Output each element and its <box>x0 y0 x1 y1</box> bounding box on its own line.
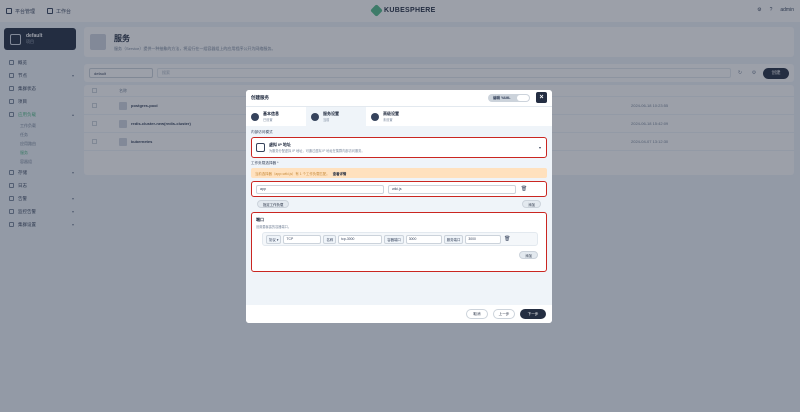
step-advanced-settings[interactable]: 高级设置 未设置 <box>366 107 426 126</box>
step-basic-info[interactable]: 基本信息 已设置 <box>246 107 306 126</box>
service-settings-icon <box>311 112 319 121</box>
service-port-tag: 服务端口 <box>443 234 464 244</box>
protocol-tag[interactable]: 协议 ▾ <box>266 234 282 244</box>
previous-button[interactable]: 上一步 <box>493 309 515 319</box>
ports-section: 端口 设置要暴露的容器端口。 协议 ▾ TCP 名称 tcp-3000 容器端口… <box>251 212 547 272</box>
selector-warning: 当前选择器（app=wiki.js）有 1 个工作负载匹配。 查看详情 <box>251 168 547 178</box>
container-port-tag: 容器端口 <box>384 234 404 244</box>
container-port-input[interactable]: 3000 <box>405 234 442 244</box>
protocol-select[interactable]: TCP <box>283 234 322 244</box>
service-port-input[interactable]: 3000 <box>465 234 502 244</box>
ports-title: 端口 <box>256 217 264 222</box>
selector-value-input[interactable]: wiki.js <box>388 184 516 194</box>
chevron-down-icon: ▾ <box>538 145 541 150</box>
info-icon <box>251 112 259 121</box>
close-icon: × <box>539 94 544 101</box>
toggle-knob <box>517 95 529 101</box>
close-button[interactable]: × <box>536 92 547 103</box>
modal-body: 内部访问模式 虚拟 IP 地址 为服务分配虚拟 IP 地址，可通过虚拟 IP 地… <box>246 126 552 275</box>
cancel-button[interactable]: 取消 <box>466 309 488 319</box>
name-tag: 名称 <box>323 234 337 244</box>
selector-label: 工作负载选择器 * <box>251 161 279 165</box>
modal-header: 创建服务 编辑 YAML × <box>246 90 552 106</box>
access-mode-desc: 为服务分配虚拟 IP 地址，可通过虚拟 IP 地址在集群内部访问服务。 <box>269 149 365 153</box>
specify-workload-button[interactable]: 指定工作负载 <box>257 200 290 208</box>
add-port-button[interactable]: 添加 <box>519 251 538 259</box>
port-name-input[interactable]: tcp-3000 <box>338 234 383 244</box>
trash-icon[interactable]: 🗑 <box>503 235 511 243</box>
port-row: 协议 ▾ TCP 名称 tcp-3000 容器端口 3000 服务端口 3000… <box>262 232 538 246</box>
modal-footer: 取消 上一步 下一步 <box>246 305 552 323</box>
next-button[interactable]: 下一步 <box>520 309 546 319</box>
warning-text: 当前选择器（app=wiki.js）有 1 个工作负载匹配。 <box>255 171 330 176</box>
ports-desc: 设置要暴露的容器端口。 <box>256 225 292 229</box>
trash-icon[interactable]: 🗑 <box>520 185 528 193</box>
access-mode-select[interactable]: 虚拟 IP 地址 为服务分配虚拟 IP 地址，可通过虚拟 IP 地址在集群内部访… <box>251 137 547 158</box>
create-service-modal: 创建服务 编辑 YAML × 基本信息 已设置 服务设置 当前 高级设置 未设置 内部… <box>246 90 552 323</box>
modal-title: 创建服务 <box>251 95 269 100</box>
add-selector-button[interactable]: 添加 <box>522 200 541 208</box>
virtual-ip-icon <box>256 143 265 152</box>
selector-key-input[interactable]: app <box>256 184 384 194</box>
view-details-link[interactable]: 查看详情 <box>333 171 347 176</box>
selector-row: app wiki.js 🗑 <box>251 181 547 197</box>
edit-yaml-toggle[interactable]: 编辑 YAML <box>488 94 530 102</box>
step-service-settings[interactable]: 服务设置 当前 <box>306 107 366 126</box>
access-mode-label: 内部访问模式 <box>251 130 273 134</box>
wizard-steps: 基本信息 已设置 服务设置 当前 高级设置 未设置 <box>246 106 552 126</box>
sliders-icon <box>371 112 379 121</box>
